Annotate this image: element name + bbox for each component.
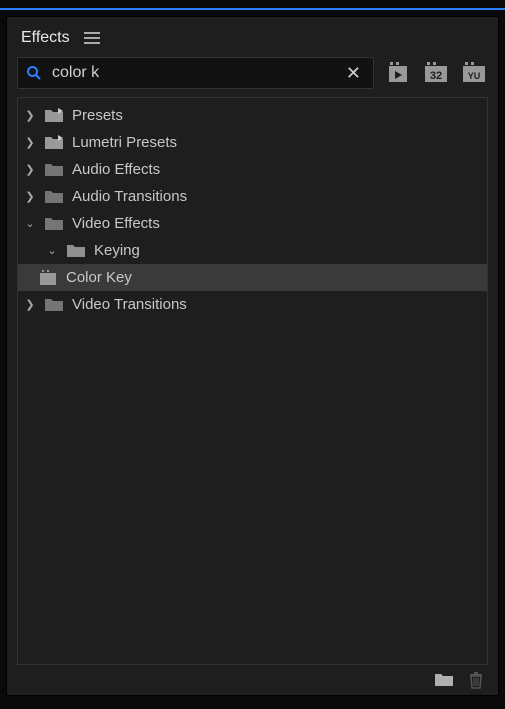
folder-icon <box>44 190 64 204</box>
tree-item-label: Audio Transitions <box>72 188 187 205</box>
delete-icon[interactable] <box>466 671 486 689</box>
chevron-right-icon: ❯ <box>24 109 36 122</box>
svg-text:YU: YU <box>468 71 481 81</box>
new-bin-icon[interactable] <box>434 671 454 689</box>
top-divider <box>0 8 505 10</box>
chevron-right-icon: ❯ <box>24 163 36 176</box>
search-box[interactable]: ✕ <box>17 57 374 89</box>
chevron-right-icon: ❯ <box>24 136 36 149</box>
tree-item-keying[interactable]: ⌄ Keying <box>18 237 487 264</box>
chevron-down-icon: ⌄ <box>46 244 58 257</box>
panel-title: Effects <box>21 29 70 47</box>
panel-menu-icon[interactable] <box>84 32 100 44</box>
filter-accelerated-icon[interactable] <box>384 60 412 86</box>
panel-header: Effects <box>7 17 498 57</box>
tree-item-label: Lumetri Presets <box>72 134 177 151</box>
tree-container: ❯ Presets ❯ Lumetri Presets <box>17 97 488 665</box>
effects-panel: Effects ✕ <box>6 16 499 696</box>
clear-search-icon[interactable]: ✕ <box>342 63 365 84</box>
chevron-right-icon: ❯ <box>24 298 36 311</box>
tree-item-label: Video Transitions <box>72 296 187 313</box>
tree-item-lumetri-presets[interactable]: ❯ Lumetri Presets <box>18 129 487 156</box>
folder-icon <box>44 298 64 312</box>
tree-item-label: Keying <box>94 242 140 259</box>
folder-icon <box>44 163 64 177</box>
tree-item-presets[interactable]: ❯ Presets <box>18 102 487 129</box>
tree-item-audio-effects[interactable]: ❯ Audio Effects <box>18 156 487 183</box>
tree-item-audio-transitions[interactable]: ❯ Audio Transitions <box>18 183 487 210</box>
svg-text:32: 32 <box>430 70 442 82</box>
tree-item-label: Audio Effects <box>72 161 160 178</box>
effect-icon <box>38 270 58 286</box>
tree-item-video-effects[interactable]: ⌄ Video Effects <box>18 210 487 237</box>
search-icon <box>26 65 42 81</box>
tree-item-label: Color Key <box>66 269 132 286</box>
filter-32bit-icon[interactable]: 32 <box>422 60 450 86</box>
tree-item-video-transitions[interactable]: ❯ Video Transitions <box>18 291 487 318</box>
tree-item-label: Video Effects <box>72 215 160 232</box>
filter-yuv-icon[interactable]: YU <box>460 60 488 86</box>
tree-item-color-key[interactable]: Color Key <box>18 264 487 291</box>
bottom-bar <box>7 665 498 695</box>
tree-item-label: Presets <box>72 107 123 124</box>
folder-preset-icon <box>44 136 64 150</box>
search-row: ✕ 32 YU <box>7 57 498 97</box>
folder-icon <box>66 244 86 258</box>
chevron-right-icon: ❯ <box>24 190 36 203</box>
chevron-down-icon: ⌄ <box>24 217 36 230</box>
folder-icon <box>44 217 64 231</box>
folder-preset-icon <box>44 109 64 123</box>
search-input[interactable] <box>52 64 332 82</box>
effects-tree: ❯ Presets ❯ Lumetri Presets <box>18 98 487 322</box>
